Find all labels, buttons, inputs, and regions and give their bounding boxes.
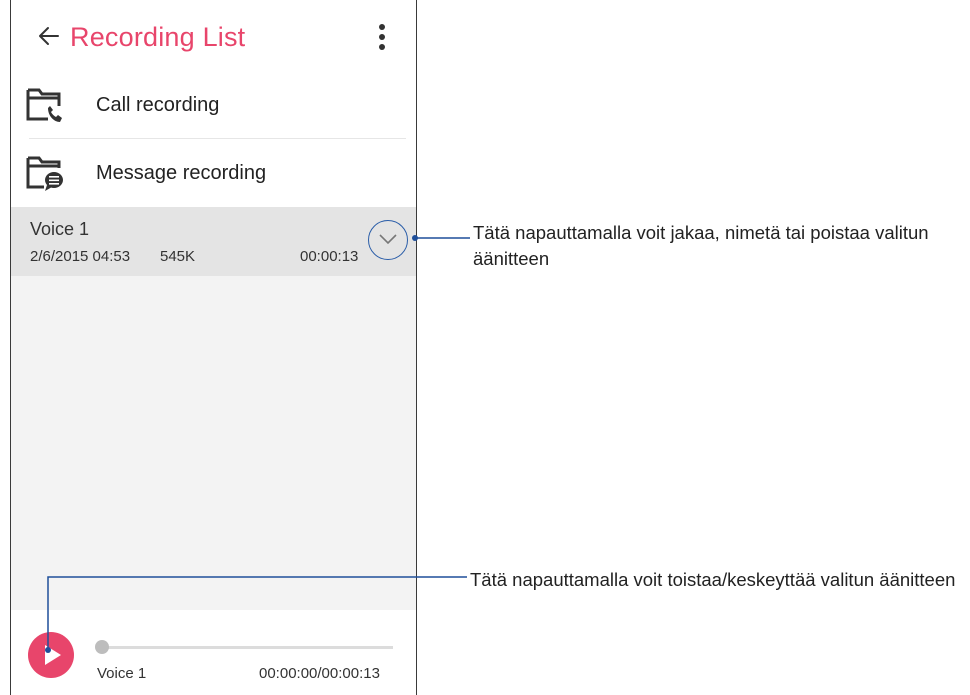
callout-expand-options: Tätä napauttamalla voit jakaa, nimetä ta…	[473, 222, 929, 269]
callout-play-pause: Tätä napauttamalla voit toistaa/keskeytt…	[470, 569, 956, 590]
